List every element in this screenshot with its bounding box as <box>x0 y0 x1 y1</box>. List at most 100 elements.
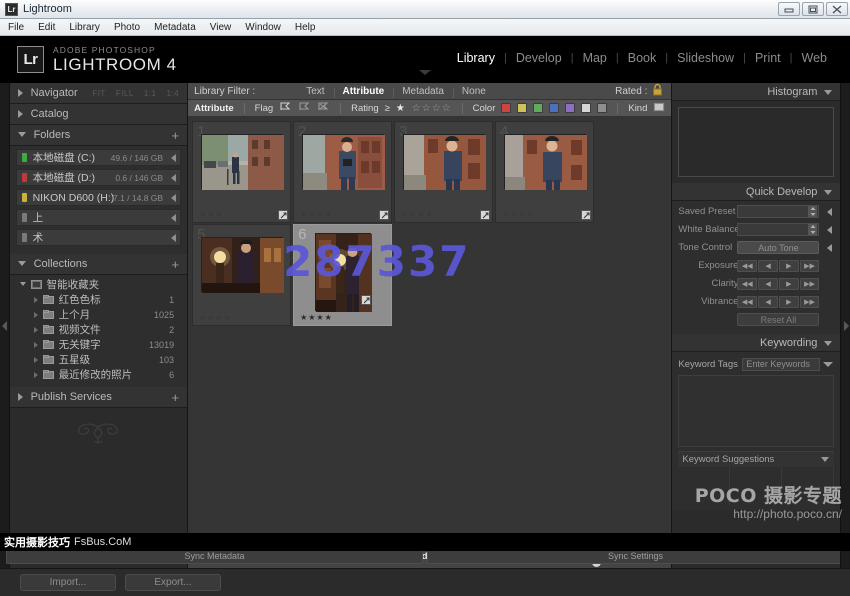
grid-cell[interactable]: 3 <box>394 121 493 223</box>
list-item[interactable]: 视频文件 2 <box>16 322 182 337</box>
chevron-left-icon[interactable] <box>827 226 832 234</box>
keyword-suggestions-grid[interactable] <box>678 467 834 505</box>
rating-star-filled[interactable]: ★ <box>396 103 406 114</box>
vibrance-increase-large[interactable]: ▶▶ <box>800 296 820 308</box>
add-folder-icon[interactable]: + <box>171 129 179 142</box>
module-develop[interactable]: Develop <box>507 51 571 65</box>
panel-catalog-header[interactable]: Catalog <box>10 104 188 125</box>
clarity-increase-large[interactable]: ▶▶ <box>800 278 820 290</box>
zoom-fit[interactable]: FIT <box>92 89 106 98</box>
photo-thumbnail[interactable] <box>201 134 283 189</box>
panel-publish-services-header[interactable]: Publish Services + <box>10 387 188 408</box>
chevron-left-icon[interactable] <box>171 194 176 202</box>
grid-cell[interactable]: 5 <box>192 224 291 326</box>
left-panel-collapse-strip[interactable] <box>0 83 10 568</box>
panel-collections-header[interactable]: Collections + <box>10 254 188 275</box>
reset-all-button[interactable]: Reset All <box>737 313 819 326</box>
export-button[interactable]: Export... <box>125 574 221 591</box>
module-map[interactable]: Map <box>574 51 616 65</box>
module-web[interactable]: Web <box>793 51 836 65</box>
rating-stars-empty[interactable]: ☆☆☆☆ <box>412 103 452 114</box>
saved-preset-select[interactable] <box>737 205 819 218</box>
close-button[interactable] <box>826 2 848 16</box>
vibrance-decrease-large[interactable]: ◀◀ <box>737 296 757 308</box>
thumbnail-grid[interactable]: 1 <box>188 117 671 544</box>
list-item[interactable]: 五星级 103 <box>16 352 182 367</box>
tab-text[interactable]: Text <box>297 86 333 97</box>
vibrance-decrease-small[interactable]: ◀ <box>758 296 778 308</box>
maximize-button[interactable] <box>802 2 824 16</box>
clarity-increase-small[interactable]: ▶ <box>779 278 799 290</box>
collection-group-row[interactable]: 智能收藏夹 <box>16 277 182 292</box>
color-swatch-purple[interactable] <box>565 103 575 113</box>
add-collection-icon[interactable]: + <box>171 258 179 271</box>
suggestion-slot[interactable] <box>730 467 782 505</box>
chevron-left-icon[interactable] <box>171 154 176 162</box>
lock-icon[interactable] <box>652 83 663 99</box>
kind-photo-icon[interactable] <box>653 102 665 115</box>
tab-metadata[interactable]: Metadata <box>393 86 453 97</box>
grid-cell[interactable]: 1 <box>192 121 291 223</box>
white-balance-select[interactable] <box>737 223 819 236</box>
develop-badge-icon[interactable] <box>278 210 288 220</box>
minimize-button[interactable] <box>778 2 800 16</box>
chevron-left-icon[interactable] <box>827 208 832 216</box>
zoom-1-4[interactable]: 1:4 <box>166 89 179 98</box>
list-item[interactable]: 上个月 1025 <box>16 307 182 322</box>
folder-row[interactable]: 本地磁盘 (C:) 49.6 / 146 GB <box>16 149 182 166</box>
zoom-fill[interactable]: FILL <box>116 89 134 98</box>
develop-badge-icon[interactable] <box>480 210 490 220</box>
list-item[interactable]: 最近修改的照片 6 <box>16 367 182 382</box>
flag-reject-icon[interactable] <box>317 101 330 116</box>
panel-quick-develop-header[interactable]: Quick Develop <box>672 183 840 201</box>
panel-histogram-header[interactable]: Histogram <box>672 83 840 101</box>
grid-cell[interactable]: 4 <box>495 121 594 223</box>
module-print[interactable]: Print <box>746 51 790 65</box>
color-swatch-yellow[interactable] <box>517 103 527 113</box>
photo-thumbnail[interactable] <box>403 134 485 189</box>
module-slideshow[interactable]: Slideshow <box>668 51 743 65</box>
chevron-left-icon[interactable] <box>171 174 176 182</box>
chevron-left-icon[interactable] <box>171 214 176 222</box>
rating-operator[interactable]: ≥ <box>385 103 390 114</box>
menu-view[interactable]: View <box>210 22 232 33</box>
menu-metadata[interactable]: Metadata <box>154 22 196 33</box>
exposure-decrease-small[interactable]: ◀ <box>758 260 778 272</box>
suggestion-slot[interactable] <box>678 467 730 505</box>
menu-edit[interactable]: Edit <box>38 22 55 33</box>
tab-attribute[interactable]: Attribute <box>334 86 394 97</box>
keyword-input[interactable]: Enter Keywords <box>742 358 820 371</box>
menu-photo[interactable]: Photo <box>114 22 140 33</box>
color-swatch-green[interactable] <box>533 103 543 113</box>
develop-badge-icon[interactable] <box>361 295 371 305</box>
module-library[interactable]: Library <box>448 51 504 65</box>
folder-row[interactable]: 术 <box>16 229 182 246</box>
menu-file[interactable]: File <box>8 22 24 33</box>
chevron-down-icon[interactable] <box>823 362 833 371</box>
exposure-decrease-large[interactable]: ◀◀ <box>737 260 757 272</box>
chevron-down-icon[interactable] <box>821 457 829 462</box>
list-item[interactable]: 无关键字 13019 <box>16 337 182 352</box>
flag-pick-icon[interactable] <box>279 101 292 116</box>
add-publish-service-icon[interactable]: + <box>171 391 179 404</box>
tab-none[interactable]: None <box>453 86 495 97</box>
right-panel-collapse-strip[interactable] <box>840 83 850 568</box>
menu-help[interactable]: Help <box>295 22 316 33</box>
keyword-suggestions-header[interactable]: Keyword Suggestions <box>678 451 834 467</box>
photo-thumbnail[interactable] <box>302 134 384 189</box>
flag-unflagged-icon[interactable] <box>298 101 311 116</box>
exposure-increase-small[interactable]: ▶ <box>779 260 799 272</box>
panel-navigator-header[interactable]: Navigator FIT FILL 1:1 1:4 <box>10 83 188 104</box>
import-button[interactable]: Import... <box>20 574 116 591</box>
photo-thumbnail[interactable] <box>201 237 283 292</box>
photo-thumbnail[interactable] <box>504 134 586 189</box>
menu-window[interactable]: Window <box>245 22 281 33</box>
color-swatch-white[interactable] <box>581 103 591 113</box>
folder-row[interactable]: 本地磁盘 (D:) 0.6 / 146 GB <box>16 169 182 186</box>
panel-keywording-header[interactable]: Keywording <box>672 334 840 352</box>
folder-row[interactable]: 上 <box>16 209 182 226</box>
color-swatch-gray[interactable] <box>597 103 607 113</box>
top-panel-collapse-arrow[interactable] <box>419 70 431 75</box>
develop-badge-icon[interactable] <box>379 210 389 220</box>
develop-badge-icon[interactable] <box>581 210 591 220</box>
